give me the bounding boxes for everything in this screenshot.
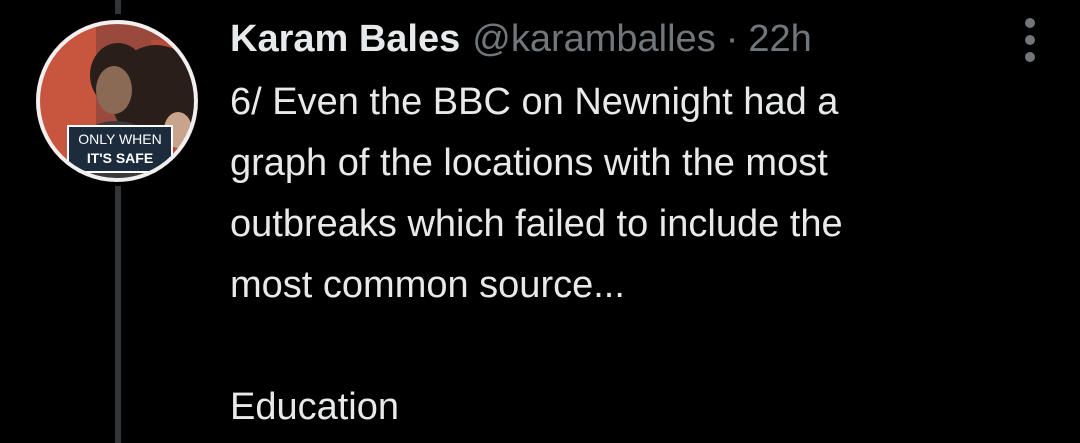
avatar[interactable]: ONLY WHEN IT'S SAFE [36,20,198,182]
author-handle[interactable]: @karamballes [472,14,715,64]
thread-connector-bottom [115,186,121,443]
tweet: Karam Bales @karamballes · 22h 6/ Even t… [230,14,1040,438]
tweet-text-line: Education [230,386,400,428]
tweet-text: 6/ Even the BBC on Newnight had a graph … [230,72,1040,438]
more-icon-dot [1025,18,1035,28]
tweet-text-line: 6/ Even the BBC on Newnight had a [230,81,839,123]
tweet-header: Karam Bales @karamballes · 22h [230,14,1040,64]
more-vertical-icon[interactable] [1020,18,1040,62]
more-icon-dot [1025,52,1035,62]
thread-connector-top [115,0,121,14]
header-separator: · [725,18,739,60]
author-display-name[interactable]: Karam Bales [230,14,460,64]
tweet-text-line: graph of the locations with the most [230,142,828,184]
tweet-timestamp[interactable]: 22h [748,14,811,64]
avatar-caption-line1: ONLY WHEN [78,131,162,147]
tweet-text-line: most common source... [230,264,625,306]
more-icon-dot [1025,35,1035,45]
avatar-image: ONLY WHEN IT'S SAFE [36,20,198,182]
avatar-caption-line2: IT'S SAFE [87,150,153,166]
tweet-text-line: outbreaks which failed to include the [230,203,843,245]
paragraph-break [230,316,1040,377]
